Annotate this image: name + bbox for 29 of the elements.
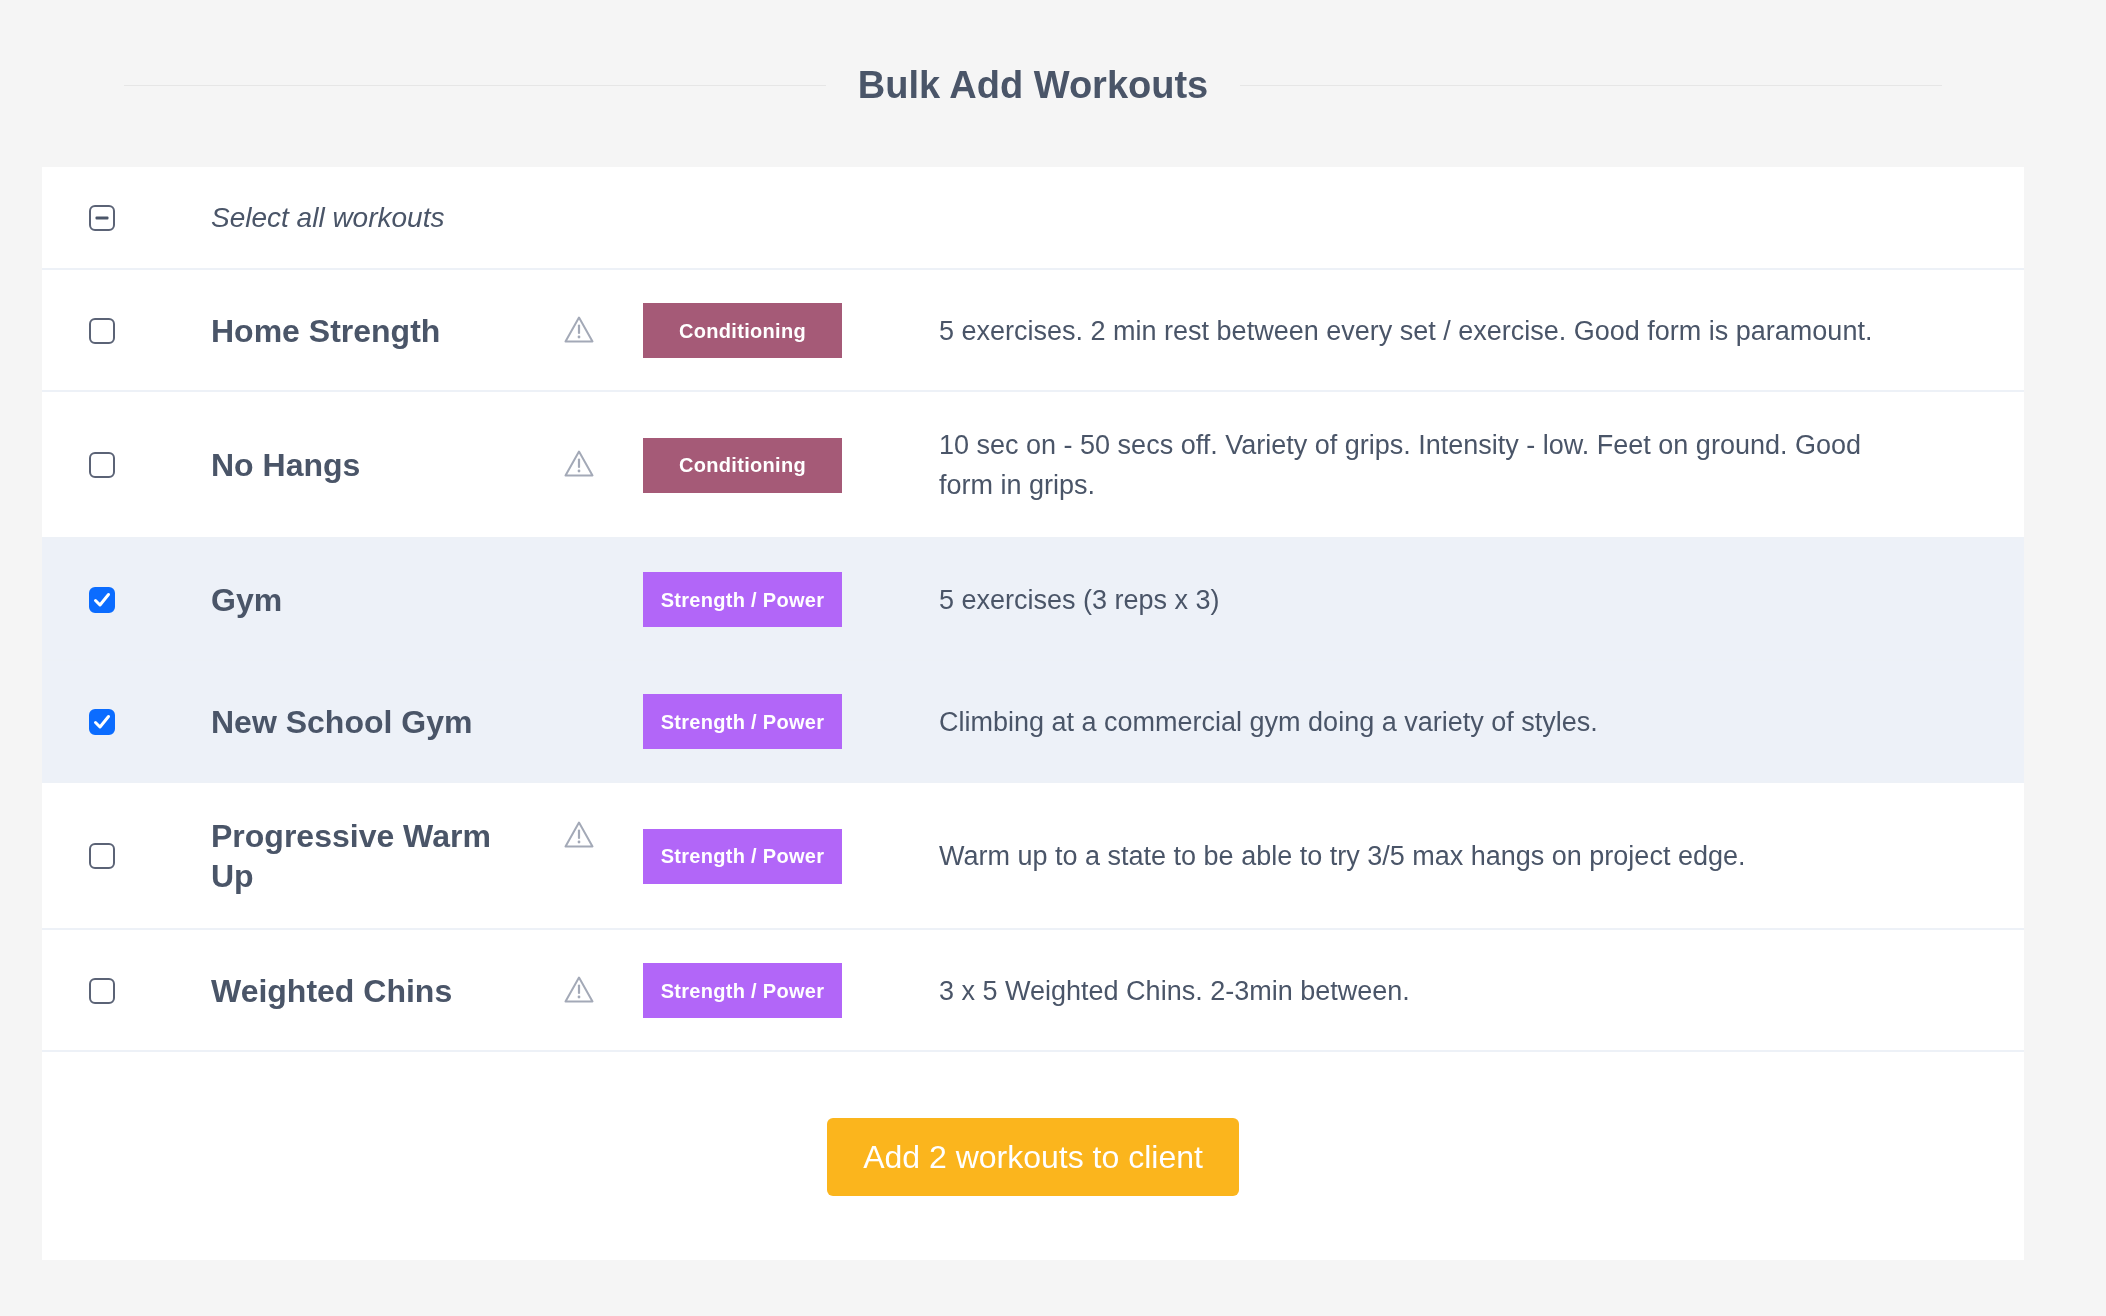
select-all-label: Select all workouts	[211, 200, 445, 235]
category-tag: Conditioning	[643, 303, 842, 358]
workout-description: 5 exercises (3 reps x 3)	[939, 583, 1221, 617]
category-tag: Strength / Power	[643, 694, 842, 749]
checkbox[interactable]	[89, 586, 115, 613]
workout-row[interactable]: New School Gym Strength / Power Climbing at a commercial gym doing a variety of styles.	[42, 661, 2024, 783]
workout-name: New School Gym	[211, 702, 474, 742]
category-tag: Strength / Power	[643, 828, 842, 884]
workout-name: Progressive Warm Up	[211, 817, 492, 896]
workout-description: Climbing at a commercial gym doing a variety of styles.	[939, 705, 1599, 739]
workout-name: Home Strength	[211, 311, 442, 351]
checkbox[interactable]	[89, 977, 115, 1004]
page-title: Bulk Add Workouts	[857, 63, 1209, 108]
checkbox[interactable]	[89, 452, 115, 478]
category-tag: Strength / Power	[643, 963, 842, 1018]
workout-name: No Hangs	[211, 446, 362, 485]
checkbox[interactable]	[89, 708, 115, 735]
checkbox[interactable]	[89, 204, 115, 231]
checkbox[interactable]	[89, 843, 115, 869]
workout-description: 3 x 5 Weighted Chins. 2-3min between.	[939, 974, 1411, 1008]
workout-name: Weighted Chins	[211, 971, 454, 1011]
workout-row[interactable]: Gym Strength / Power 5 exercises (3 reps x 3)	[42, 539, 2024, 661]
workout-description: 5 exercises. 2 min rest between every set / exercise. Good form is paramount.	[939, 314, 1874, 348]
category-tag: Strength / Power	[643, 572, 842, 627]
checkbox[interactable]	[89, 317, 115, 344]
category-tag: Conditioning	[643, 437, 842, 493]
workout-description: Warm up to a state to be able to try 3/5 max hangs on project edge.	[939, 840, 1747, 873]
workout-name: Gym	[211, 580, 284, 620]
workout-description: 10 sec on - 50 secs off. Variety of grips. Intensity - low. Feet on ground. Good form in grips.	[939, 429, 1862, 502]
